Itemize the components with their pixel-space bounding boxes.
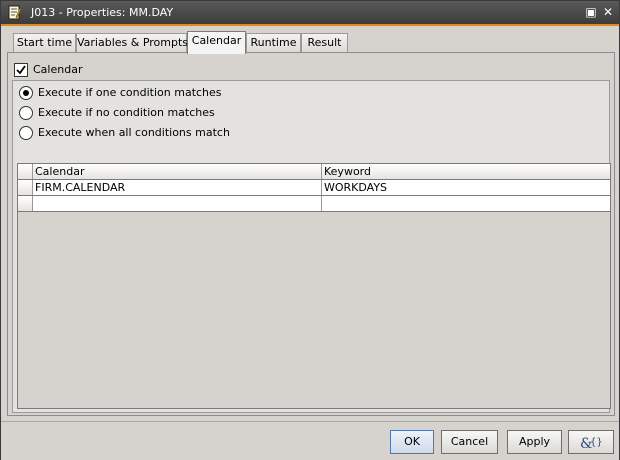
cancel-button[interactable]: Cancel xyxy=(441,430,498,454)
properties-document-icon xyxy=(8,5,22,20)
properties-dialog: J013 - Properties: MM.DAY ▣ ✕ Start time… xyxy=(0,0,620,460)
maximize-icon[interactable]: ▣ xyxy=(583,4,599,20)
row-header[interactable] xyxy=(18,180,33,195)
keyword-cell[interactable] xyxy=(321,196,611,211)
row-header[interactable] xyxy=(18,196,33,211)
table-row[interactable]: FIRM.CALENDAR WORKDAYS xyxy=(18,180,610,196)
calendar-checkbox-label: Calendar xyxy=(33,63,83,76)
checkmark-icon xyxy=(16,65,26,75)
close-icon[interactable]: ✕ xyxy=(600,4,616,20)
radio-button[interactable] xyxy=(19,86,33,100)
radio-button[interactable] xyxy=(19,106,33,120)
radio-label: Execute if no condition matches xyxy=(38,106,215,119)
calendar-table: Calendar Keyword FIRM.CALENDAR WORKDAYS xyxy=(17,163,611,409)
tab-variables-prompts[interactable]: Variables & Prompts xyxy=(76,33,188,53)
table-header: Calendar Keyword xyxy=(18,164,610,180)
ok-button[interactable]: OK xyxy=(390,430,434,454)
keyword-cell[interactable]: WORKDAYS xyxy=(321,180,611,195)
calendar-cell[interactable] xyxy=(32,196,321,211)
tab-result[interactable]: Result xyxy=(301,33,348,53)
tab-start-time[interactable]: Start time xyxy=(13,33,76,53)
calendar-cell[interactable]: FIRM.CALENDAR xyxy=(32,180,321,195)
column-header-calendar[interactable]: Calendar xyxy=(32,164,321,179)
radio-label: Execute when all conditions match xyxy=(38,126,230,139)
column-header-keyword[interactable]: Keyword xyxy=(321,164,609,179)
tab-calendar[interactable]: Calendar xyxy=(187,31,246,54)
apply-button[interactable]: Apply xyxy=(507,430,562,454)
radio-button[interactable] xyxy=(19,126,33,140)
radio-label: Execute if one condition matches xyxy=(38,86,222,99)
script-variables-button[interactable]: & {} xyxy=(568,430,614,454)
calendar-conditions-box: Execute if one condition matches Execute… xyxy=(12,80,611,413)
radio-selected-dot xyxy=(23,90,29,96)
dialog-button-bar: OK Cancel Apply & {} xyxy=(1,421,619,460)
title-bar[interactable]: J013 - Properties: MM.DAY ▣ ✕ xyxy=(1,1,619,26)
calendar-checkbox[interactable] xyxy=(14,63,28,77)
corner-cell[interactable] xyxy=(18,164,33,179)
tab-runtime[interactable]: Runtime xyxy=(246,33,301,53)
table-row[interactable] xyxy=(18,196,610,212)
calendar-tab-panel: Calendar Execute if one condition matche… xyxy=(7,52,615,416)
svg-text:{}: {} xyxy=(590,437,603,448)
window-title: J013 - Properties: MM.DAY xyxy=(31,6,174,19)
script-variables-icon: & {} xyxy=(580,436,603,452)
